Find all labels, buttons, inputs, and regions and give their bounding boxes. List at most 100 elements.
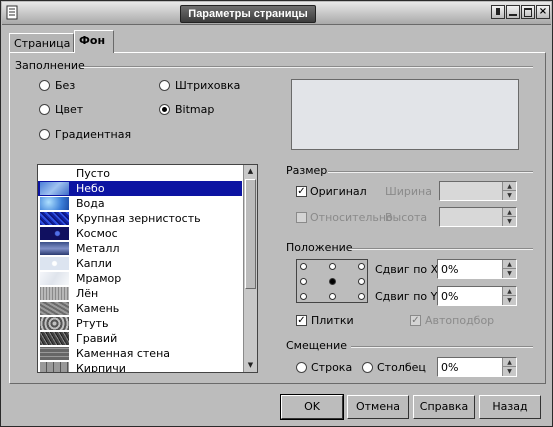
position-grid[interactable] xyxy=(296,259,368,303)
bitmap-name: Небо xyxy=(76,182,105,195)
fill-color-label[interactable]: Цвет xyxy=(55,103,83,116)
position-left[interactable] xyxy=(300,278,307,285)
fill-bitmap-radio[interactable] xyxy=(159,104,170,115)
cancel-button[interactable]: Отмена xyxy=(347,395,409,419)
position-center[interactable] xyxy=(329,278,336,285)
bitmap-list-item[interactable]: Мрамор xyxy=(38,271,242,286)
position-bottom-right[interactable] xyxy=(358,293,365,300)
offset-spinner[interactable]: ▲ ▼ xyxy=(502,358,516,376)
minimize-icon[interactable] xyxy=(506,5,520,19)
bitmap-name: Каменная стена xyxy=(76,347,171,360)
bitmap-name: Космос xyxy=(76,227,118,240)
tab-page[interactable]: Страница xyxy=(9,33,74,53)
bitmap-swatch xyxy=(40,197,69,210)
offset-value: 0% xyxy=(441,361,459,374)
fill-gradient-label[interactable]: Градиентная xyxy=(55,128,131,141)
bitmap-name: Капли xyxy=(76,257,112,270)
bitmap-swatch xyxy=(40,257,69,270)
offset-y-field[interactable]: 0% ▲ ▼ xyxy=(437,286,517,306)
offset-x-spinner[interactable]: ▲ ▼ xyxy=(502,260,516,278)
bitmap-name: Гравий xyxy=(76,332,118,345)
fill-preview xyxy=(291,79,519,150)
bitmap-name: Крупная зернистость xyxy=(76,212,201,225)
bitmap-swatch xyxy=(40,347,69,360)
fill-none-radio[interactable] xyxy=(39,80,50,91)
scroll-thumb[interactable] xyxy=(245,179,256,289)
bitmap-list-item[interactable]: Вода xyxy=(38,196,242,211)
bitmap-list-item[interactable]: Крупная зернистость xyxy=(38,211,242,226)
scroll-down-icon[interactable]: ▼ xyxy=(244,359,257,372)
bitmap-list-item[interactable]: Каменная стена xyxy=(38,346,242,361)
offset-column-radio[interactable] xyxy=(362,362,373,373)
bitmap-swatch xyxy=(40,272,69,285)
bitmap-list-item[interactable]: Металл xyxy=(38,241,242,256)
tab-background[interactable]: Фон xyxy=(74,30,114,53)
ok-button[interactable]: OK xyxy=(280,394,344,420)
fill-gradient-radio[interactable] xyxy=(39,129,50,140)
position-top-right[interactable] xyxy=(358,263,365,270)
offset-y-spinner[interactable]: ▲ ▼ xyxy=(502,287,516,305)
bitmap-list-item[interactable]: Гравий xyxy=(38,331,242,346)
position-group-label: Положение xyxy=(286,241,353,254)
position-right[interactable] xyxy=(358,278,365,285)
offset-column-label[interactable]: Столбец xyxy=(377,361,426,374)
fill-hatching-label[interactable]: Штриховка xyxy=(175,79,240,92)
bitmap-list-item[interactable]: Ртуть xyxy=(38,316,242,331)
autofit-label[interactable]: Автоподбор xyxy=(425,314,494,327)
list-scrollbar[interactable]: ▲ ▼ xyxy=(243,165,257,372)
bitmap-swatch xyxy=(40,227,69,240)
offset-row-radio[interactable] xyxy=(296,362,307,373)
bitmap-list-item[interactable]: Капли xyxy=(38,256,242,271)
position-bottom-left[interactable] xyxy=(300,293,307,300)
bitmap-name: Камень xyxy=(76,302,120,315)
maximize-icon[interactable] xyxy=(521,5,535,19)
bitmap-swatch xyxy=(40,242,69,255)
tile-label[interactable]: Плитки xyxy=(311,314,354,327)
position-top[interactable] xyxy=(329,263,336,270)
bitmap-swatch xyxy=(40,182,69,195)
bitmap-name: Вода xyxy=(76,197,105,210)
original-checkbox[interactable]: ✓ xyxy=(296,186,307,197)
bitmap-list-item[interactable]: Лён xyxy=(38,286,242,301)
bitmap-list-item[interactable]: Космос xyxy=(38,226,242,241)
window-title: Параметры страницы xyxy=(180,5,316,23)
bitmap-swatch xyxy=(40,362,69,372)
divider xyxy=(81,66,533,68)
original-label[interactable]: Оригинал xyxy=(310,185,367,198)
divider xyxy=(328,171,533,173)
offset-row-label[interactable]: Строка xyxy=(311,361,352,374)
bitmap-swatch xyxy=(40,212,69,225)
autofit-checkbox[interactable]: ✓ xyxy=(410,315,421,326)
offset-x-field[interactable]: 0% ▲ ▼ xyxy=(437,259,517,279)
bitmap-list-item[interactable]: Кирпичи xyxy=(38,361,242,372)
height-field[interactable]: ▲ ▼ xyxy=(439,207,517,227)
fill-bitmap-label[interactable]: Bitmap xyxy=(175,103,214,116)
help-button[interactable]: Справка xyxy=(413,395,475,419)
height-spinner[interactable]: ▲ ▼ xyxy=(502,208,516,226)
back-button[interactable]: Назад xyxy=(479,395,541,419)
close-icon[interactable]: × xyxy=(536,5,550,19)
fill-hatching-radio[interactable] xyxy=(159,80,170,91)
relative-label[interactable]: Относительно xyxy=(310,211,393,224)
bitmap-swatch xyxy=(40,302,69,315)
bitmap-list-item[interactable]: Пусто xyxy=(38,166,242,181)
offset-value-field[interactable]: 0% ▲ ▼ xyxy=(437,357,517,377)
width-spinner[interactable]: ▲ ▼ xyxy=(502,182,516,200)
position-top-left[interactable] xyxy=(300,263,307,270)
bitmap-list-item[interactable]: Небо xyxy=(38,181,242,196)
document-icon[interactable] xyxy=(6,5,20,20)
fill-color-radio[interactable] xyxy=(39,104,50,115)
bitmap-list[interactable]: Пусто Небо Вода Крупная зернистость Космос Ме… xyxy=(37,164,258,373)
offset-y-value: 0% xyxy=(441,290,459,303)
pin-icon[interactable] xyxy=(491,5,505,19)
width-field[interactable]: ▲ ▼ xyxy=(439,181,517,201)
position-bottom[interactable] xyxy=(329,293,336,300)
scroll-up-icon[interactable]: ▲ xyxy=(244,165,257,178)
page-setup-dialog: Параметры страницы × Страница Фон Заполн… xyxy=(0,0,553,427)
offset-x-label: Сдвиг по X xyxy=(375,263,439,276)
fill-none-label[interactable]: Без xyxy=(55,79,75,92)
relative-checkbox[interactable] xyxy=(296,212,307,223)
bitmap-list-item[interactable]: Камень xyxy=(38,301,242,316)
title-bar[interactable]: Параметры страницы × xyxy=(2,2,551,25)
tile-checkbox[interactable]: ✓ xyxy=(296,315,307,326)
